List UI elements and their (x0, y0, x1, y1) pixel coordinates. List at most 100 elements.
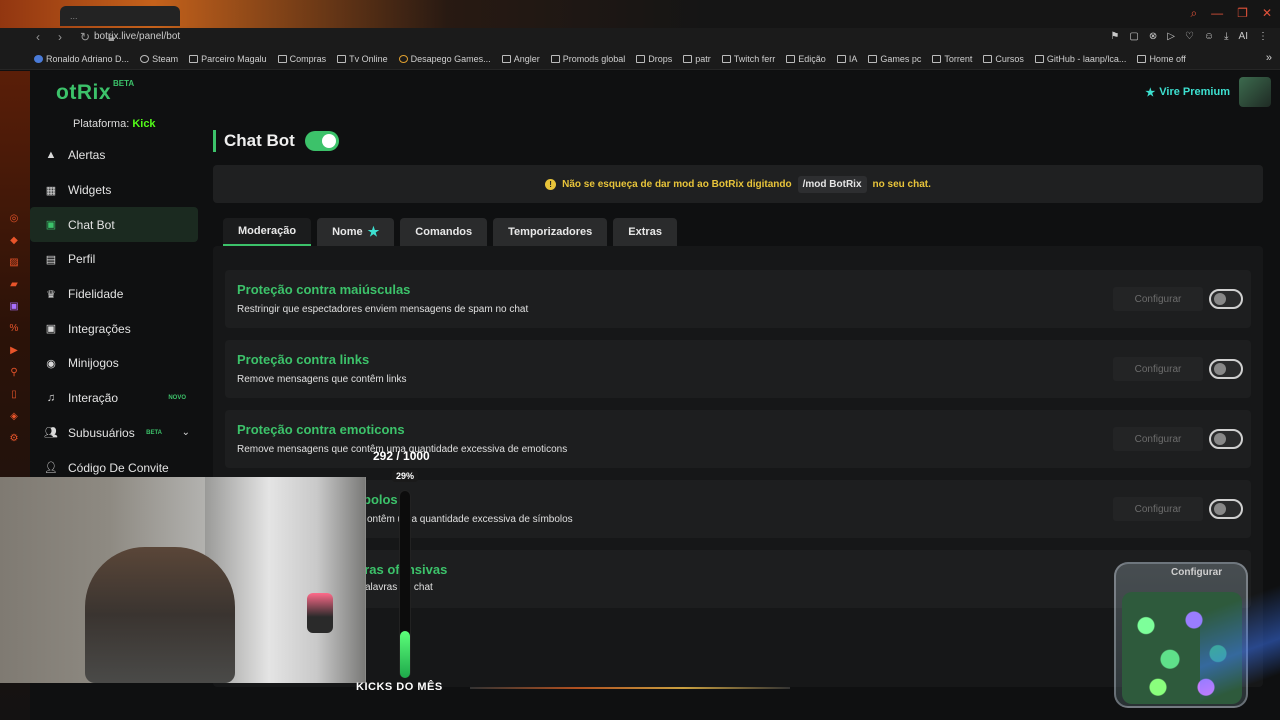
configure-button[interactable]: Configurar (1113, 287, 1203, 311)
logo-beta-badge: BETA (113, 79, 135, 88)
sidebar-item-alertas[interactable]: ▲ Alertas (30, 138, 198, 173)
search-icon[interactable]: ⌕ (1190, 6, 1197, 21)
botrix-logo[interactable]: otRix (56, 81, 111, 105)
avatar[interactable] (1239, 77, 1271, 107)
chat-bot-toggle[interactable] (304, 131, 339, 151)
play-icon[interactable]: ▷ (1167, 31, 1175, 42)
sidebar-item-perfil[interactable]: ▤ Perfil (30, 242, 198, 277)
bookmark-item[interactable]: Home off (1137, 54, 1186, 64)
browser-tab[interactable]: ... (60, 6, 180, 26)
symbols-protection-toggle[interactable] (1209, 499, 1243, 519)
close-icon[interactable]: ✕ (1262, 6, 1272, 21)
bookmark-item[interactable]: Torrent (932, 54, 972, 64)
bookmark-item[interactable]: Desapego Games... (398, 54, 491, 64)
ai-button[interactable]: AI (1239, 31, 1248, 42)
bookmark-item[interactable]: Twitch ferr (721, 54, 775, 64)
tab-comandos[interactable]: Comandos (400, 218, 488, 246)
bookmark-item[interactable]: Angler (501, 54, 540, 64)
bookmark-item[interactable]: Games pc (868, 54, 921, 64)
dock-box-icon[interactable]: ▰ (8, 279, 20, 293)
bookmark-item[interactable]: Ronaldo Adriano D... (34, 54, 129, 64)
bookmark-item[interactable]: Compras (277, 54, 326, 64)
dock-gear-icon[interactable]: ⚙ (8, 433, 20, 447)
overlay-divider (470, 687, 790, 689)
dock-doc-icon[interactable]: ▯ (8, 389, 20, 403)
more-bookmarks-icon[interactable]: » (1266, 52, 1272, 64)
bookmark-item[interactable]: Drops (636, 54, 672, 64)
card-title: bolos (363, 492, 398, 507)
page-icon (189, 54, 199, 63)
heart-icon[interactable]: ♡ (1185, 31, 1194, 42)
forward-icon[interactable]: › (58, 30, 62, 45)
tab-extras[interactable]: Extras (613, 218, 677, 246)
glow-effect (1200, 560, 1280, 710)
download-icon[interactable]: ⤓ (1224, 31, 1228, 42)
dock-target-icon[interactable]: ◎ (8, 213, 20, 227)
dock-percent-icon[interactable]: % (8, 323, 20, 337)
dock-icons: ◎ ◆ ▨ ▰ ▣ % ▶ ⚲ ▯ ◈ ⚙ (8, 213, 20, 447)
configure-button[interactable]: Configurar (1113, 497, 1203, 521)
reload-icon[interactable]: ↻ (80, 30, 90, 45)
bookmark-item[interactable]: IA (836, 54, 857, 64)
bookmark-item[interactable]: Cursos (983, 54, 1024, 64)
minimize-icon[interactable]: — (1211, 6, 1223, 21)
address-bar: ‹ › ↻ 🔒︎ botrix.live/panel/bot ⚑ ▢ ⊗ ▷ ♡… (0, 28, 1280, 48)
card-title: Proteção contra links (237, 352, 370, 367)
bookmark-item[interactable]: Parceiro Magalu (189, 54, 267, 64)
site-icon (398, 54, 408, 63)
menu-icon[interactable]: ⋮ (1258, 31, 1268, 42)
sidebar-item-minijogos[interactable]: ◉ Minijogos (30, 346, 198, 381)
dock-pin-icon[interactable]: ⚲ (8, 367, 20, 381)
sidebar-item-integracoes[interactable]: ▣ Integrações (30, 311, 198, 346)
configure-button[interactable]: Configurar (1113, 427, 1203, 451)
sidebar-item-chat-bot[interactable]: ▣ Chat Bot (30, 207, 198, 243)
users-icon: 👥︎ (44, 427, 58, 440)
tab-moderacao[interactable]: Moderação (223, 218, 312, 246)
tab-nome[interactable]: Nome ★ (317, 218, 395, 246)
sidebar-item-interacao[interactable]: ♫ Interação NOVO (30, 381, 198, 416)
streamer (85, 547, 235, 683)
back-icon[interactable]: ‹ (36, 30, 40, 45)
dock-twitch-icon[interactable]: ▣ (8, 301, 20, 315)
links-protection-toggle[interactable] (1209, 359, 1243, 379)
goal-bar (396, 490, 414, 680)
configure-button[interactable]: Configurar (1113, 357, 1203, 381)
folder-icon (868, 54, 878, 63)
dock-fire-icon[interactable]: ◆ (8, 235, 20, 249)
tab-temporizadores[interactable]: Temporizadores (493, 218, 608, 246)
extension-icon[interactable]: ▢ (1129, 31, 1138, 42)
chevron-down-icon[interactable]: ⌄ (182, 427, 190, 438)
bookmark-item[interactable]: Steam (140, 54, 178, 64)
window-controls: ⌕ — ❐ ✕ (1190, 6, 1272, 21)
profile-icon[interactable]: ☺ (1204, 31, 1214, 42)
shield-icon[interactable]: ⊗ (1149, 31, 1157, 42)
restore-icon[interactable]: ❐ (1237, 6, 1248, 21)
robot-icon: ▣ (45, 219, 57, 232)
dock-tag-icon[interactable]: ◈ (8, 411, 20, 425)
premium-link[interactable]: ★ Vire Premium (1145, 86, 1230, 99)
bookmark-item[interactable]: Tv Online (337, 54, 388, 64)
bookmark-item[interactable]: Promods global (550, 54, 625, 64)
sidebar-item-subusuarios[interactable]: 👥︎ Subusuários BETA ⌄ (30, 416, 198, 451)
webcam-overlay (0, 477, 366, 683)
bookmark-item[interactable]: Edição (786, 54, 826, 64)
sidebar-item-widgets[interactable]: ▦ Widgets (30, 173, 198, 208)
warning-icon: ! (545, 178, 557, 190)
bookmarks-bar: Ronaldo Adriano D... Steam Parceiro Maga… (0, 48, 1280, 70)
bookmark-icon[interactable]: ⚑ (1110, 31, 1119, 42)
steam-icon (140, 54, 150, 63)
notice-text-before: Não se esqueça de dar mod ao BotRix digi… (562, 178, 792, 190)
caps-protection-toggle[interactable] (1209, 289, 1243, 309)
page-icon (1034, 54, 1044, 63)
url-field[interactable]: botrix.live/panel/bot (94, 31, 180, 42)
folder-icon (550, 54, 560, 63)
gamepad-icon: ◉ (46, 357, 56, 370)
sidebar-item-fidelidade[interactable]: ♛ Fidelidade (30, 277, 198, 312)
sidebar-nav: ▲ Alertas ▦ Widgets ▣ Chat Bot ▤ Perfil ♛ Fid… (30, 138, 198, 485)
dock-slash-icon[interactable]: ▨ (8, 257, 20, 271)
bookmark-item[interactable]: GitHub - laanp/lca... (1034, 54, 1126, 64)
emoticons-protection-toggle[interactable] (1209, 429, 1243, 449)
dock-play-icon[interactable]: ▶ (8, 345, 20, 359)
bookmark-item[interactable]: patr (683, 54, 711, 64)
new-badge: NOVO (168, 395, 186, 402)
